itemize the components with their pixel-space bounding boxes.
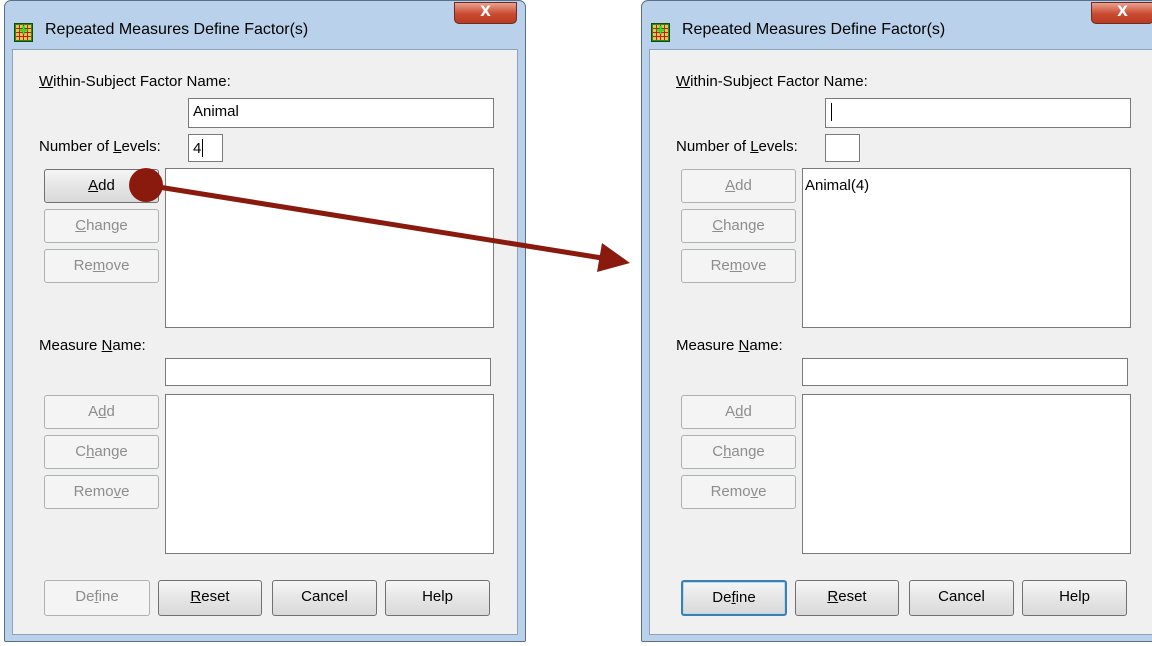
flow-arrow-line xyxy=(145,182,603,261)
flow-arrow-head-icon xyxy=(597,243,630,272)
annotation-overlay xyxy=(129,168,630,272)
